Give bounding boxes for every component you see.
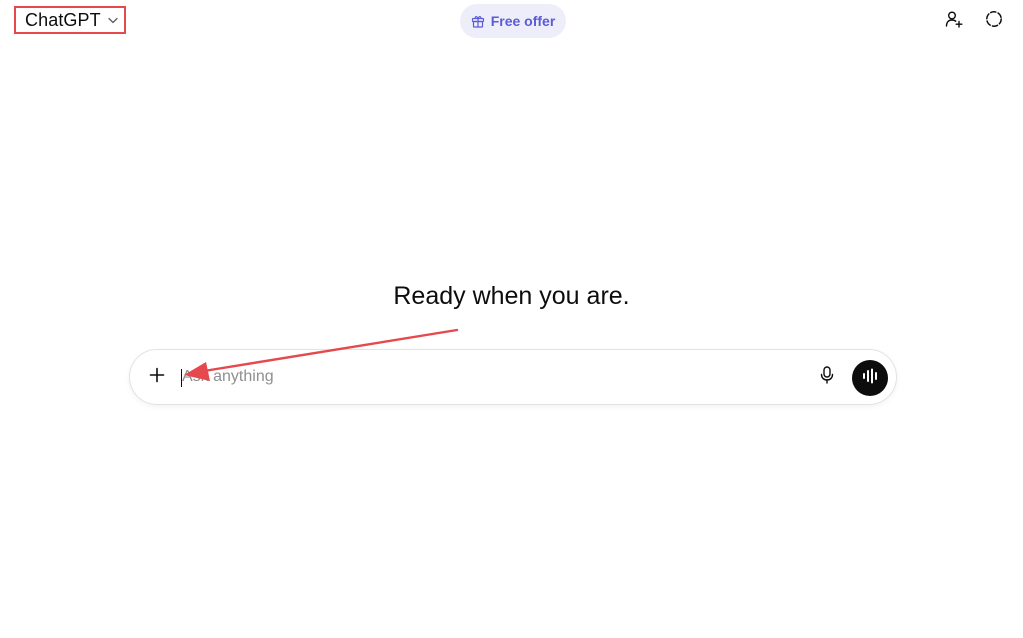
add-person-icon xyxy=(944,9,964,34)
microphone-icon xyxy=(819,365,835,389)
temporary-chat-button[interactable] xyxy=(981,8,1007,34)
gift-icon xyxy=(471,14,485,28)
model-switcher[interactable]: ChatGPT xyxy=(14,6,126,34)
prompt-input[interactable] xyxy=(182,364,802,390)
voice-waveform-icon xyxy=(861,367,879,390)
attach-button[interactable] xyxy=(145,365,169,389)
annotation-arrow-icon xyxy=(184,328,459,381)
hero-title: Ready when you are. xyxy=(393,282,630,310)
free-offer-button[interactable]: Free offer xyxy=(460,4,566,38)
chatgpt-home: ChatGPT Free offer Ready when you are. A… xyxy=(0,0,1023,638)
add-person-button[interactable] xyxy=(941,8,967,34)
voice-mode-button[interactable] xyxy=(852,360,888,396)
prompt-composer xyxy=(129,349,897,405)
model-name: ChatGPT xyxy=(25,9,101,30)
dictate-button[interactable] xyxy=(816,365,838,389)
free-offer-label: Free offer xyxy=(490,13,556,29)
chevron-down-icon xyxy=(107,14,119,26)
plus-icon xyxy=(149,367,165,388)
temporary-chat-icon xyxy=(984,9,1004,34)
